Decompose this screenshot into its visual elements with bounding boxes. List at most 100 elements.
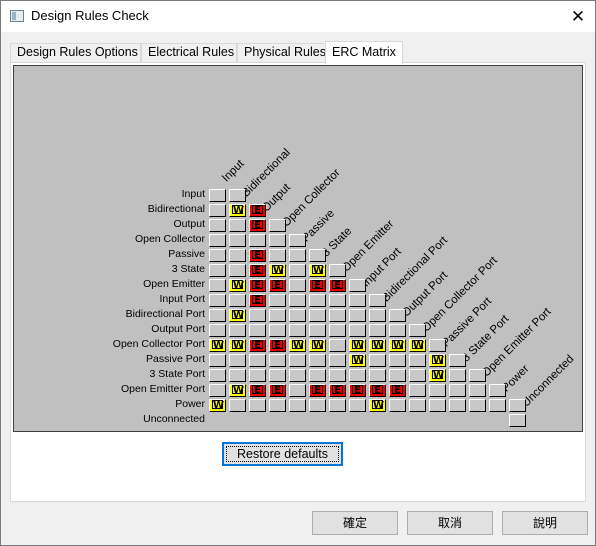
matrix-cell[interactable]: E [249,219,266,232]
tab-electrical-rules[interactable]: Electrical Rules [141,43,237,62]
matrix-cell[interactable] [349,309,366,322]
matrix-cell[interactable]: E [249,264,266,277]
matrix-cell[interactable] [309,294,326,307]
matrix-cell[interactable] [289,309,306,322]
matrix-cell[interactable] [249,324,266,337]
matrix-cell[interactable] [309,324,326,337]
matrix-cell[interactable] [269,399,286,412]
matrix-cell[interactable]: W [369,399,386,412]
matrix-cell[interactable] [229,399,246,412]
tab-physical-rules[interactable]: Physical Rules [237,43,326,62]
matrix-cell[interactable] [249,354,266,367]
matrix-cell[interactable] [289,384,306,397]
matrix-cell[interactable] [449,354,466,367]
matrix-cell[interactable] [269,369,286,382]
matrix-cell[interactable] [389,324,406,337]
matrix-cell[interactable] [469,384,486,397]
matrix-cell[interactable] [209,204,226,217]
matrix-cell[interactable] [449,369,466,382]
matrix-cell[interactable] [229,294,246,307]
matrix-cell[interactable]: E [369,384,386,397]
matrix-cell[interactable] [429,399,446,412]
matrix-cell[interactable] [209,384,226,397]
matrix-cell[interactable]: W [209,339,226,352]
matrix-cell[interactable]: E [329,384,346,397]
matrix-cell[interactable] [269,294,286,307]
matrix-cell[interactable]: E [269,384,286,397]
matrix-cell[interactable] [269,354,286,367]
matrix-cell[interactable] [329,309,346,322]
matrix-cell[interactable] [389,369,406,382]
matrix-cell[interactable] [309,249,326,262]
matrix-cell[interactable] [329,294,346,307]
matrix-cell[interactable]: W [369,339,386,352]
matrix-cell[interactable] [289,354,306,367]
matrix-cell[interactable] [409,369,426,382]
matrix-cell[interactable]: W [349,339,366,352]
matrix-cell[interactable] [509,414,526,427]
matrix-cell[interactable] [309,399,326,412]
matrix-cell[interactable] [209,279,226,292]
matrix-cell[interactable] [229,264,246,277]
matrix-cell[interactable]: E [249,204,266,217]
matrix-cell[interactable]: E [349,384,366,397]
matrix-cell[interactable] [369,354,386,367]
cancel-button[interactable]: 取消 [407,511,493,535]
matrix-cell[interactable] [229,249,246,262]
matrix-cell[interactable] [429,384,446,397]
matrix-cell[interactable] [269,309,286,322]
tab-erc-matrix[interactable]: ERC Matrix [325,41,403,64]
matrix-cell[interactable] [309,309,326,322]
matrix-cell[interactable] [369,294,386,307]
matrix-cell[interactable] [329,354,346,367]
matrix-cell[interactable] [269,234,286,247]
matrix-cell[interactable]: W [229,204,246,217]
matrix-cell[interactable] [209,324,226,337]
matrix-cell[interactable] [209,234,226,247]
matrix-cell[interactable] [349,369,366,382]
matrix-cell[interactable] [369,324,386,337]
matrix-cell[interactable]: W [229,384,246,397]
matrix-cell[interactable] [249,234,266,247]
matrix-cell[interactable] [449,399,466,412]
matrix-cell[interactable] [349,399,366,412]
matrix-cell[interactable] [429,339,446,352]
matrix-cell[interactable] [369,369,386,382]
matrix-cell[interactable]: W [229,309,246,322]
matrix-cell[interactable] [329,264,346,277]
matrix-cell[interactable] [229,219,246,232]
matrix-cell[interactable] [229,189,246,202]
matrix-cell[interactable] [289,279,306,292]
matrix-cell[interactable] [369,309,386,322]
matrix-cell[interactable] [289,324,306,337]
matrix-cell[interactable] [329,339,346,352]
matrix-cell[interactable] [409,324,426,337]
close-icon[interactable]: ✕ [561,1,595,32]
matrix-cell[interactable] [209,189,226,202]
matrix-cell[interactable] [269,324,286,337]
matrix-cell[interactable] [249,309,266,322]
matrix-cell[interactable]: E [249,339,266,352]
matrix-cell[interactable]: W [309,339,326,352]
matrix-cell[interactable] [289,399,306,412]
matrix-cell[interactable]: E [269,339,286,352]
matrix-cell[interactable] [229,369,246,382]
matrix-cell[interactable]: E [389,384,406,397]
ok-button[interactable]: 確定 [312,511,398,535]
matrix-cell[interactable]: E [249,279,266,292]
matrix-cell[interactable] [229,324,246,337]
matrix-cell[interactable] [469,399,486,412]
matrix-cell[interactable] [289,264,306,277]
matrix-cell[interactable] [449,384,466,397]
matrix-cell[interactable] [269,219,286,232]
matrix-cell[interactable]: W [429,354,446,367]
matrix-cell[interactable] [329,369,346,382]
matrix-cell[interactable] [489,384,506,397]
matrix-cell[interactable] [409,384,426,397]
matrix-cell[interactable]: W [389,339,406,352]
matrix-cell[interactable]: W [289,339,306,352]
matrix-cell[interactable] [289,234,306,247]
matrix-cell[interactable] [389,399,406,412]
matrix-cell[interactable] [209,219,226,232]
matrix-cell[interactable] [469,369,486,382]
